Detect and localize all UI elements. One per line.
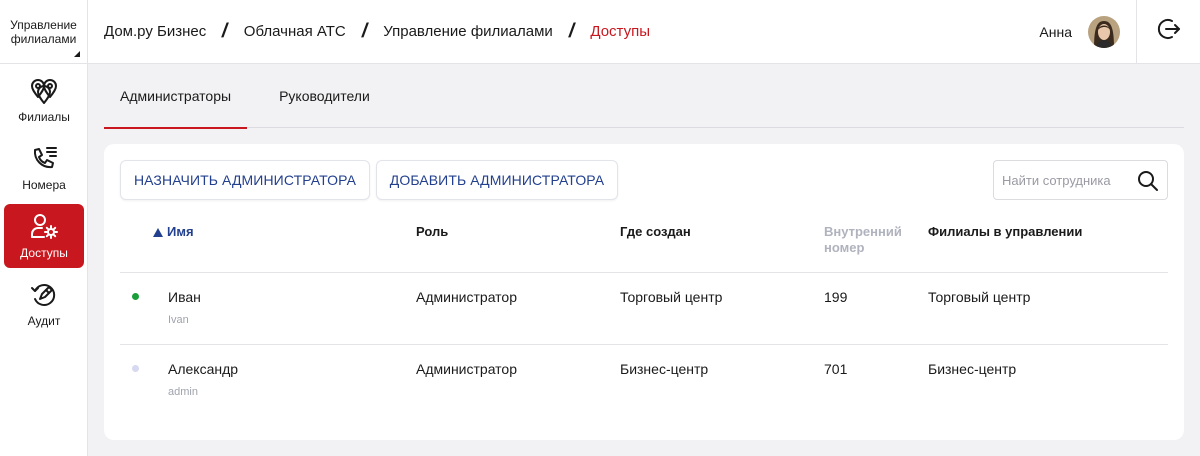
sidebar-item-numbers[interactable]: Номера xyxy=(4,136,84,200)
user-menu[interactable]: Анна xyxy=(1039,0,1136,64)
row-role: Администратор xyxy=(416,361,518,377)
sidebar-item-branches[interactable]: Филиалы xyxy=(4,68,84,132)
admins-card: НАЗНАЧИТЬ АДМИНИСТРАТОРА ДОБАВИТЬ АДМИНИ… xyxy=(104,144,1184,440)
sort-ascending-icon xyxy=(153,227,163,237)
assign-admin-button[interactable]: НАЗНАЧИТЬ АДМИНИСТРАТОРА xyxy=(120,160,370,200)
row-login: Ivan xyxy=(168,314,189,326)
dropdown-corner-icon xyxy=(74,51,80,57)
tab-administrators[interactable]: Администраторы xyxy=(104,64,248,129)
breadcrumb-separator: / xyxy=(566,20,577,42)
row-role: Администратор xyxy=(416,289,518,305)
tab-bar: Администраторы Руководители xyxy=(104,64,1184,129)
sidebar: Управление филиалами Филиалы Номера Дост… xyxy=(0,0,88,456)
breadcrumb-separator: / xyxy=(220,20,230,42)
divider xyxy=(120,344,1168,345)
status-offline-dot xyxy=(132,365,139,372)
audit-history-icon xyxy=(29,280,59,310)
sidebar-item-audit[interactable]: Аудит xyxy=(4,272,84,336)
app-switcher[interactable]: Управление филиалами xyxy=(0,0,87,64)
app-switcher-label: Управление филиалами xyxy=(10,17,77,46)
row-extension: 701 xyxy=(824,361,848,377)
breadcrumb-item[interactable]: Дом.ру Бизнес xyxy=(104,23,206,40)
user-name: Анна xyxy=(1039,23,1072,40)
add-admin-button[interactable]: ДОБАВИТЬ АДМИНИСТРАТОРА xyxy=(376,160,618,200)
column-header-name[interactable]: Имя xyxy=(153,224,194,240)
divider xyxy=(120,272,1168,273)
row-login: admin xyxy=(168,386,198,398)
tab-managers[interactable]: Руководители xyxy=(263,64,386,128)
breadcrumb-current: Доступы xyxy=(590,23,650,40)
row-extension: 199 xyxy=(824,289,848,305)
search-icon[interactable] xyxy=(1137,170,1159,197)
column-header-role[interactable]: Роль xyxy=(416,224,448,240)
breadcrumb-separator: / xyxy=(359,20,370,42)
column-header-branches[interactable]: Филиалы в управлении xyxy=(928,224,1082,240)
employee-search xyxy=(993,160,1168,200)
row-branches: Бизнес-центр xyxy=(928,361,1017,377)
avatar[interactable] xyxy=(1088,15,1120,48)
sidebar-item-label: Номера xyxy=(22,178,66,192)
column-header-label: Имя xyxy=(167,224,194,239)
sidebar-item-label: Филиалы xyxy=(18,110,70,124)
row-name: Александр xyxy=(168,361,239,377)
row-branches: Торговый центр xyxy=(928,289,1031,305)
search-input[interactable] xyxy=(1002,172,1132,188)
user-gear-icon xyxy=(29,212,59,242)
phone-list-icon xyxy=(29,144,59,174)
sidebar-item-label: Доступы xyxy=(20,246,68,260)
status-online-dot xyxy=(132,293,139,300)
sidebar-item-label: Аудит xyxy=(27,314,61,328)
row-name: Иван xyxy=(168,289,201,305)
logout-button[interactable] xyxy=(1136,0,1200,64)
column-header-created[interactable]: Где создан xyxy=(620,224,691,240)
top-header: Дом.ру Бизнес / Облачная АТС / Управлени… xyxy=(88,0,1200,64)
sidebar-item-access[interactable]: Доступы xyxy=(4,204,84,268)
column-header-extension: Внутренний номер xyxy=(824,224,902,255)
branches-pin-icon xyxy=(29,76,59,106)
breadcrumb-item[interactable]: Управление филиалами xyxy=(383,23,553,40)
row-created: Бизнес-центр xyxy=(620,361,709,377)
breadcrumb: Дом.ру Бизнес / Облачная АТС / Управлени… xyxy=(88,20,1039,43)
row-created: Торговый центр xyxy=(620,289,723,305)
logout-icon xyxy=(1157,17,1181,46)
breadcrumb-item[interactable]: Облачная АТС xyxy=(244,23,346,40)
